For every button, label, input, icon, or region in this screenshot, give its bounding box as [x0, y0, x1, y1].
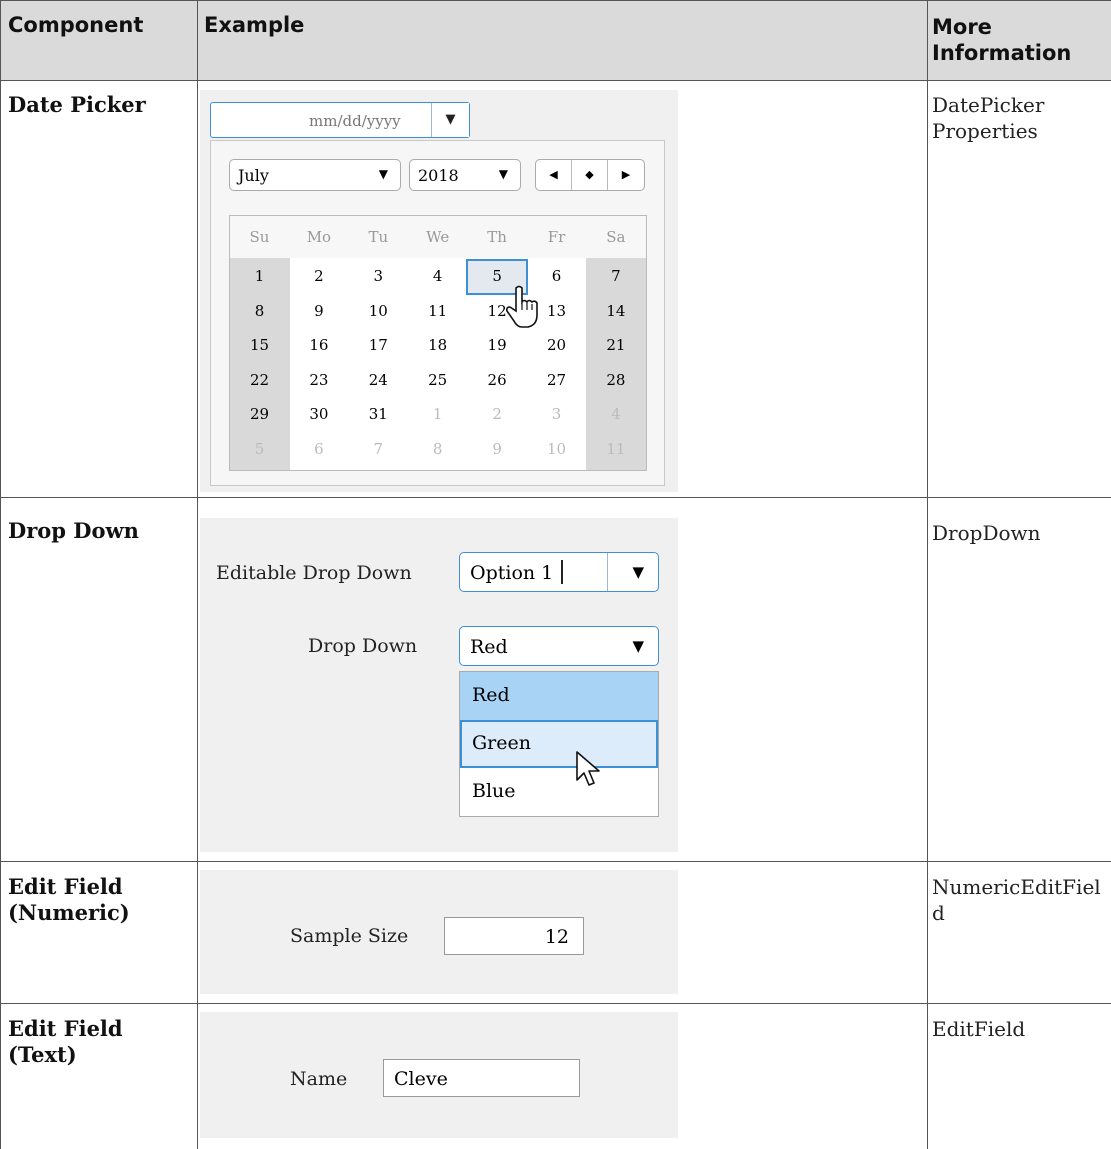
calendar-day[interactable]: 15 — [230, 336, 289, 354]
option-green[interactable]: Green — [460, 720, 658, 768]
calendar-day[interactable]: 9 — [468, 440, 527, 458]
row-label-numeric-edit-field: Edit Field (Numeric) — [8, 874, 130, 925]
calendar-day[interactable]: 19 — [468, 336, 527, 354]
calendar-day[interactable]: 20 — [527, 336, 586, 354]
calendar-day[interactable]: 10 — [527, 440, 586, 458]
year-value: 2018 — [418, 166, 459, 185]
saturday-column — [586, 258, 646, 470]
day-name-header: Tu — [368, 228, 389, 246]
calendar-day[interactable]: 4 — [586, 405, 645, 423]
chevron-down-icon: ▼ — [632, 637, 644, 655]
chevron-down-icon[interactable]: ▼ — [632, 563, 644, 581]
calendar-day[interactable]: 9 — [289, 302, 348, 320]
calendar-day[interactable]: 26 — [468, 371, 527, 389]
option-red[interactable]: Red — [460, 672, 658, 720]
day-name-header: Th — [487, 228, 507, 246]
header-more-information: More Information — [932, 15, 1072, 65]
calendar-day[interactable]: 5 — [230, 440, 289, 458]
calendar-day[interactable]: 22 — [230, 371, 289, 389]
link-numericeditfield[interactable]: NumericEditField — [932, 874, 1108, 926]
calendar-popup: July ▼ 2018 ▼ ◀ ◆ ▶ Su Mo Tu We Th Fr Sa 1 2 3 4 5 6… — [210, 140, 665, 486]
calendar-day[interactable]: 2 — [468, 405, 527, 423]
header-example: Example — [204, 13, 305, 37]
today-icon[interactable]: ◆ — [572, 160, 608, 190]
link-datepicker-properties[interactable]: DatePicker Properties — [932, 92, 1062, 144]
chevron-down-icon[interactable]: ▼ — [431, 103, 469, 137]
calendar-day[interactable]: 7 — [349, 440, 408, 458]
hand-cursor-icon — [506, 285, 538, 328]
divider — [607, 553, 608, 591]
calendar-day[interactable]: 17 — [349, 336, 408, 354]
chevron-down-icon: ▼ — [498, 167, 508, 181]
calendar-day[interactable]: 6 — [527, 267, 586, 285]
numeric-edit-field-example — [200, 870, 678, 994]
day-name-header: Su — [249, 228, 270, 246]
calendar-day[interactable]: 10 — [349, 302, 408, 320]
header-component: Component — [8, 13, 144, 37]
calendar-day[interactable]: 1 — [408, 405, 467, 423]
calendar-day[interactable]: 4 — [408, 267, 467, 285]
calendar-day[interactable]: 27 — [527, 371, 586, 389]
calendar-day[interactable]: 28 — [586, 371, 645, 389]
name-value: Cleve — [394, 1068, 448, 1090]
calendar-nav: ◀ ◆ ▶ — [535, 159, 645, 191]
calendar-day[interactable]: 3 — [527, 405, 586, 423]
arrow-cursor-icon — [576, 751, 600, 786]
calendar-day[interactable]: 14 — [586, 302, 645, 320]
editable-drop-down-value[interactable]: Option 1 — [470, 562, 553, 584]
calendar-day[interactable]: 16 — [289, 336, 348, 354]
calendar-day[interactable]: 23 — [289, 371, 348, 389]
editable-drop-down-label: Editable Drop Down — [216, 562, 412, 584]
name-label: Name — [290, 1068, 348, 1090]
calendar-day[interactable]: 25 — [408, 371, 467, 389]
text-caret — [561, 560, 563, 584]
drop-down-list: Red Green Blue — [459, 671, 659, 817]
calendar-day[interactable]: 2 — [289, 267, 348, 285]
link-editfield[interactable]: EditField — [932, 1016, 1111, 1042]
editable-drop-down[interactable]: Option 1 ▼ — [459, 552, 659, 592]
row-label-text-edit-field: Edit Field (Text) — [8, 1016, 123, 1067]
day-name-header: Fr — [547, 228, 566, 246]
calendar-day[interactable]: 3 — [349, 267, 408, 285]
year-select[interactable]: 2018 ▼ — [409, 159, 521, 191]
calendar-day[interactable]: 21 — [586, 336, 645, 354]
month-value: July — [238, 166, 269, 185]
chevron-down-icon: ▼ — [378, 167, 388, 181]
calendar-day[interactable]: 8 — [230, 302, 289, 320]
option-blue[interactable]: Blue — [460, 768, 658, 816]
calendar-day[interactable]: 7 — [586, 267, 645, 285]
calendar-day[interactable]: 11 — [586, 440, 645, 458]
previous-month-icon[interactable]: ◀ — [536, 160, 572, 190]
next-month-icon[interactable]: ▶ — [608, 160, 644, 190]
month-select[interactable]: July ▼ — [229, 159, 401, 191]
day-name-header: Mo — [306, 228, 332, 246]
sample-size-field[interactable]: 12 — [444, 917, 584, 955]
row-label-drop-down: Drop Down — [8, 518, 139, 543]
day-name-header: Sa — [606, 228, 626, 246]
day-name-header: We — [426, 228, 450, 246]
sample-size-value: 12 — [544, 926, 569, 948]
name-field[interactable]: Cleve — [383, 1059, 580, 1097]
calendar-day[interactable]: 8 — [408, 440, 467, 458]
link-dropdown[interactable]: DropDown — [932, 520, 1111, 546]
calendar-day[interactable]: 1 — [230, 267, 289, 285]
calendar-grid: Su Mo Tu We Th Fr Sa 1 2 3 4 5 6 7 8 9 10 11 12 13 14 15 16 17 1… — [229, 215, 647, 471]
drop-down-selected: Red — [470, 636, 508, 658]
calendar-day[interactable]: 24 — [349, 371, 408, 389]
calendar-day[interactable]: 31 — [349, 405, 408, 423]
date-placeholder: mm/dd/yyyy — [309, 112, 401, 130]
calendar-day[interactable]: 11 — [408, 302, 467, 320]
sample-size-label: Sample Size — [290, 925, 409, 947]
calendar-day[interactable]: 30 — [289, 405, 348, 423]
drop-down[interactable]: Red ▼ — [459, 626, 659, 666]
sunday-column — [230, 258, 290, 470]
calendar-day[interactable]: 6 — [289, 440, 348, 458]
calendar-day[interactable]: 29 — [230, 405, 289, 423]
calendar-day[interactable]: 18 — [408, 336, 467, 354]
row-label-date-picker: Date Picker — [8, 92, 146, 117]
calendar-day[interactable]: 5 — [468, 267, 527, 285]
date-picker-input[interactable]: mm/dd/yyyy ▼ — [210, 102, 470, 138]
drop-down-label: Drop Down — [308, 635, 418, 657]
